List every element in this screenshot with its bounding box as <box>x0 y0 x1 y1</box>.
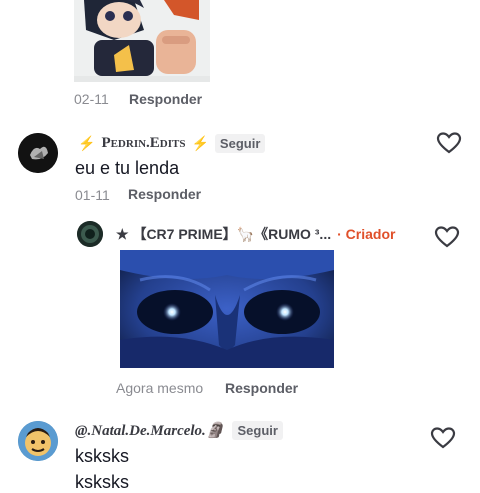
avatar[interactable] <box>18 133 58 173</box>
comment-date: Agora mesmo <box>116 380 204 396</box>
username[interactable]: ★ 【CR7 PRIME】🦙《RUMO ³... <box>116 224 331 244</box>
reply-button[interactable]: Responder <box>225 380 298 396</box>
reply-button[interactable]: Responder <box>128 186 201 202</box>
comment-date: 02-11 <box>74 91 109 107</box>
comment-text: ksksks <box>75 446 129 466</box>
username[interactable]: @.Natal.De.Marcelo.🗿 <box>75 421 224 440</box>
follow-button[interactable]: Seguir <box>232 421 283 440</box>
comment-date: 01-11 <box>75 187 110 203</box>
like-heart-icon[interactable] <box>436 131 462 160</box>
username[interactable]: Pedrin.Edits <box>101 135 185 152</box>
like-heart-icon[interactable] <box>430 426 456 455</box>
comment-image[interactable] <box>120 250 334 368</box>
avatar[interactable] <box>77 221 103 247</box>
reply-button[interactable]: Responder <box>129 91 202 107</box>
comment-text: ksksks <box>75 472 129 492</box>
follow-button[interactable]: Seguir <box>214 134 266 153</box>
comment-text: eu e tu lenda <box>75 158 180 178</box>
lightning-icon: ⚡ <box>191 135 209 151</box>
lightning-icon: ⚡ <box>78 135 96 151</box>
comment-sticker-image <box>74 0 210 82</box>
creator-badge: · Criador <box>337 226 396 242</box>
avatar[interactable] <box>18 421 58 461</box>
like-heart-icon[interactable] <box>434 225 460 254</box>
